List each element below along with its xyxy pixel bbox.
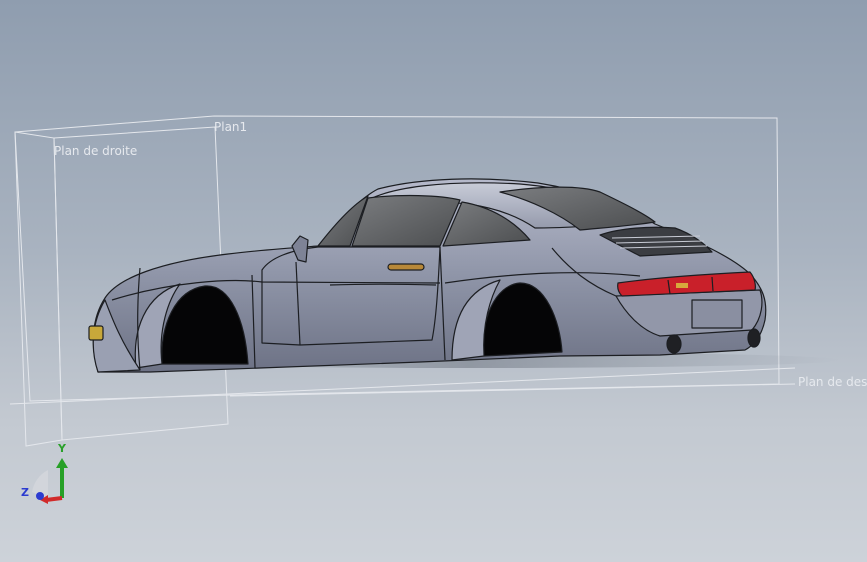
door-handle	[387, 263, 425, 271]
plane-label-dessus: Plan de dessus	[798, 375, 867, 389]
plane-label-droite: Plan de droite	[54, 144, 138, 158]
triad-y-label: Y	[58, 442, 66, 455]
exhaust-right	[747, 328, 761, 348]
scene[interactable]	[0, 0, 867, 562]
triad-z-axis	[36, 492, 44, 500]
triad-z-label: Z	[21, 486, 29, 499]
triad-x-axis	[45, 496, 63, 502]
taillight-amber	[676, 283, 688, 288]
license-plate-recess	[691, 299, 743, 329]
side-window-front	[351, 194, 461, 247]
front-indicator	[88, 325, 104, 341]
graphics-viewport[interactable]: Plan1 Plan de droite Plan de dessus Y Z	[0, 0, 867, 562]
car-model[interactable]	[88, 178, 767, 373]
exhaust-left	[666, 334, 682, 354]
plane-label-plan1: Plan1	[214, 120, 248, 134]
triad-y-arrow	[56, 458, 68, 468]
